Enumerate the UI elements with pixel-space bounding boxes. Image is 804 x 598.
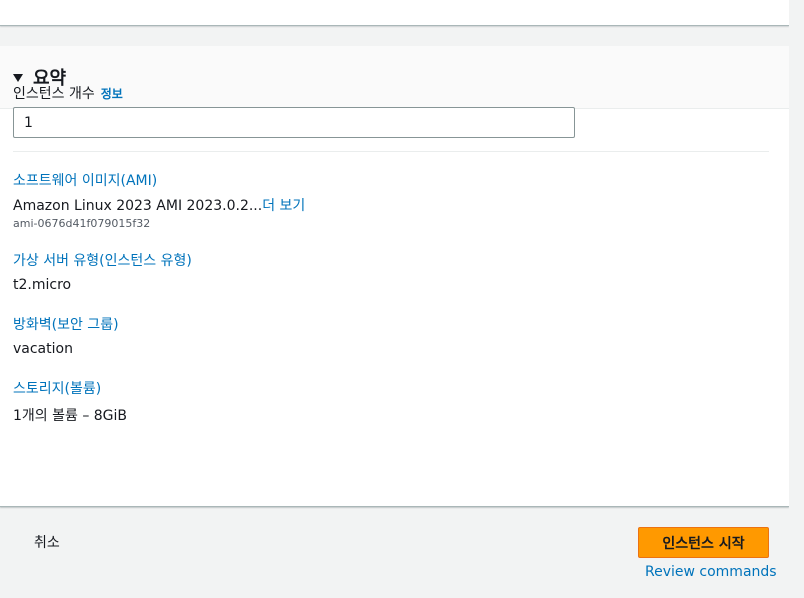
instance-count-label-text: 인스턴스 개수 xyxy=(13,86,95,102)
instance-count-label: 인스턴스 개수 정보 xyxy=(13,83,123,103)
ami-id: ami-0676d41f079015f32 xyxy=(13,217,151,230)
caret-down-icon[interactable] xyxy=(13,74,23,82)
firewall-title-link[interactable]: 방화벽(보안 그룹) xyxy=(13,314,119,334)
storage-title-link[interactable]: 스토리지(볼륨) xyxy=(13,378,101,398)
ami-value: Amazon Linux 2023 AMI 2023.0.2...더 보기 xyxy=(13,195,305,215)
previous-panel-bottom xyxy=(0,0,789,26)
instance-type-title-link[interactable]: 가상 서버 유형(인스턴스 유형) xyxy=(13,250,192,270)
firewall-value: vacation xyxy=(13,341,73,357)
instance-count-input[interactable] xyxy=(13,107,575,138)
launch-instance-button[interactable]: 인스턴스 시작 xyxy=(638,527,769,558)
info-link[interactable]: 정보 xyxy=(101,87,123,101)
cancel-button[interactable]: 취소 xyxy=(24,527,70,557)
ami-more-link[interactable]: 더 보기 xyxy=(262,198,305,214)
instance-type-value: t2.micro xyxy=(13,277,72,293)
scrollbar[interactable] xyxy=(789,0,804,598)
ami-title-link[interactable]: 소프트웨어 이미지(AMI) xyxy=(13,170,157,190)
divider xyxy=(13,151,769,152)
ami-name: Amazon Linux 2023 AMI 2023.0.2... xyxy=(13,198,263,214)
review-commands-link[interactable]: Review commands xyxy=(645,564,777,580)
storage-value: 1개의 볼륨 – 8GiB xyxy=(13,408,128,424)
